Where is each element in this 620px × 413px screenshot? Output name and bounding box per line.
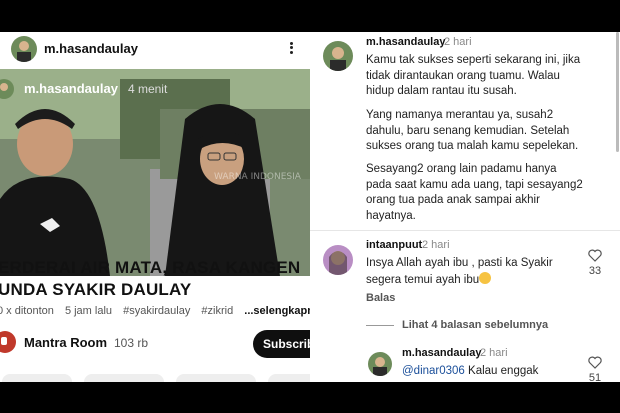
reply-time: 2 hari — [480, 347, 508, 359]
comment-line: segera temui ayah ibu — [366, 273, 480, 286]
chip[interactable] — [84, 374, 164, 382]
avatar[interactable] — [11, 36, 37, 62]
header-username[interactable]: m.hasandaulay — [44, 41, 138, 56]
comment-line: Insya Allah ayah ibu , pasti ka Syakir — [366, 257, 553, 269]
upload-time: 5 jam lalu — [64, 305, 113, 317]
hashtag-link[interactable]: #zikrid — [201, 305, 233, 317]
chip-row — [0, 374, 310, 382]
post-paragraph: Kamu tak sukses seperti sekarang ini, ji… — [366, 53, 580, 100]
channel-row: Mantra Room 103 rb Subscribe — [0, 329, 310, 359]
show-more-link[interactable]: ...selengkapnya — [244, 305, 310, 317]
video-title: ERDERAI AIR MATA, RASA KANGEN UNDA SYAKI… — [0, 257, 310, 301]
reply-body: Kalau enggak — [464, 365, 539, 377]
heart-icon[interactable] — [588, 249, 602, 262]
scrollbar[interactable] — [616, 32, 619, 152]
text-line: Yang namanya merantau ya, susah2 — [366, 109, 554, 121]
divider — [366, 325, 394, 326]
text-line: tidak dirantaukan orang tuamu. Walau — [366, 69, 560, 82]
watermark: WARNA INDONESIA — [214, 172, 302, 182]
post-time: 2 hari — [444, 36, 472, 48]
comments-panel: m.hasandaulay 2 hari Kamu tak sukses sep… — [310, 32, 620, 382]
comment-time: 2 hari — [422, 239, 450, 251]
text-line: sukses orang tua malah kamu sepelekan. — [366, 140, 579, 152]
post-avatar[interactable] — [323, 41, 353, 71]
text-line: Kamu tak sukses seperti sekarang ini, ji… — [366, 54, 581, 66]
text-line: orang tua pada anak sampai akhir — [366, 194, 540, 206]
channel-name[interactable]: Mantra Room — [24, 335, 107, 350]
reply-text: @dinar0306 Kalau enggak — [402, 364, 538, 380]
chip[interactable] — [2, 374, 72, 382]
overlay-username: m.hasandaulay — [24, 81, 118, 96]
commenter-username[interactable]: intaanpuut — [366, 239, 422, 251]
like-count: 51 — [588, 372, 602, 382]
video-panel: m.hasandaulay WARNA INDONESIA m.hasandau… — [0, 32, 310, 382]
subscriber-count: 103 rb — [114, 336, 149, 350]
overlay-time: 4 menit — [127, 81, 168, 96]
view-count: 0 x ditonton — [0, 305, 54, 317]
chip[interactable] — [176, 374, 256, 382]
mention-link[interactable]: @dinar0306 — [402, 365, 465, 377]
text-line: hayatnya. — [366, 209, 416, 222]
hashtag-link[interactable]: #syakirdaulay — [123, 305, 190, 317]
video-player[interactable]: WARNA INDONESIA m.hasandaulay 4 menit — [0, 69, 310, 276]
hugging-face-emoji-icon — [479, 271, 492, 284]
video-overlay: m.hasandaulay 4 menit — [0, 79, 168, 99]
subscribe-button[interactable]: Subscribe — [253, 330, 310, 358]
text-line: pada saat kamu ada uang, tapi sesayang2 — [366, 178, 583, 191]
divider — [310, 230, 620, 231]
channel-avatar[interactable] — [0, 331, 16, 353]
video-title-line1: ERDERAI AIR MATA, RASA KANGEN — [0, 258, 301, 277]
video-title-line2: UNDA SYAKIR DAULAY — [0, 280, 192, 299]
reply-username[interactable]: m.hasandaulay — [402, 347, 481, 359]
post-username[interactable]: m.hasandaulay — [366, 36, 445, 48]
more-options-icon[interactable] — [288, 40, 294, 58]
comment-text: Insya Allah ayah ibu , pasti ka Syakir s… — [366, 256, 553, 288]
video-meta: 0 x ditonton 5 jam lalu #syakirdaulay #z… — [0, 305, 310, 317]
view-replies-link[interactable]: Lihat 4 balasan sebelumnya — [402, 319, 548, 331]
reply-button[interactable]: Balas — [366, 292, 395, 304]
heart-icon[interactable] — [588, 356, 602, 369]
post-paragraph: Sesayang2 orang lain padamu hanya pada s… — [366, 162, 583, 224]
video-frame: WARNA INDONESIA — [0, 69, 310, 276]
text-line: dahulu, baru senang kemudian. Setelah — [366, 124, 570, 137]
text-line: Sesayang2 orang lain padamu hanya — [366, 163, 557, 175]
post-paragraph: Yang namanya merantau ya, susah2 dahulu,… — [366, 108, 578, 155]
like-count: 33 — [588, 265, 602, 277]
reply-avatar[interactable] — [368, 352, 392, 376]
post-header: m.hasandaulay — [0, 32, 310, 68]
commenter-avatar[interactable] — [323, 245, 353, 275]
chip[interactable] — [268, 374, 310, 382]
text-line: hidup dalam rantau itu susah. — [366, 85, 517, 97]
